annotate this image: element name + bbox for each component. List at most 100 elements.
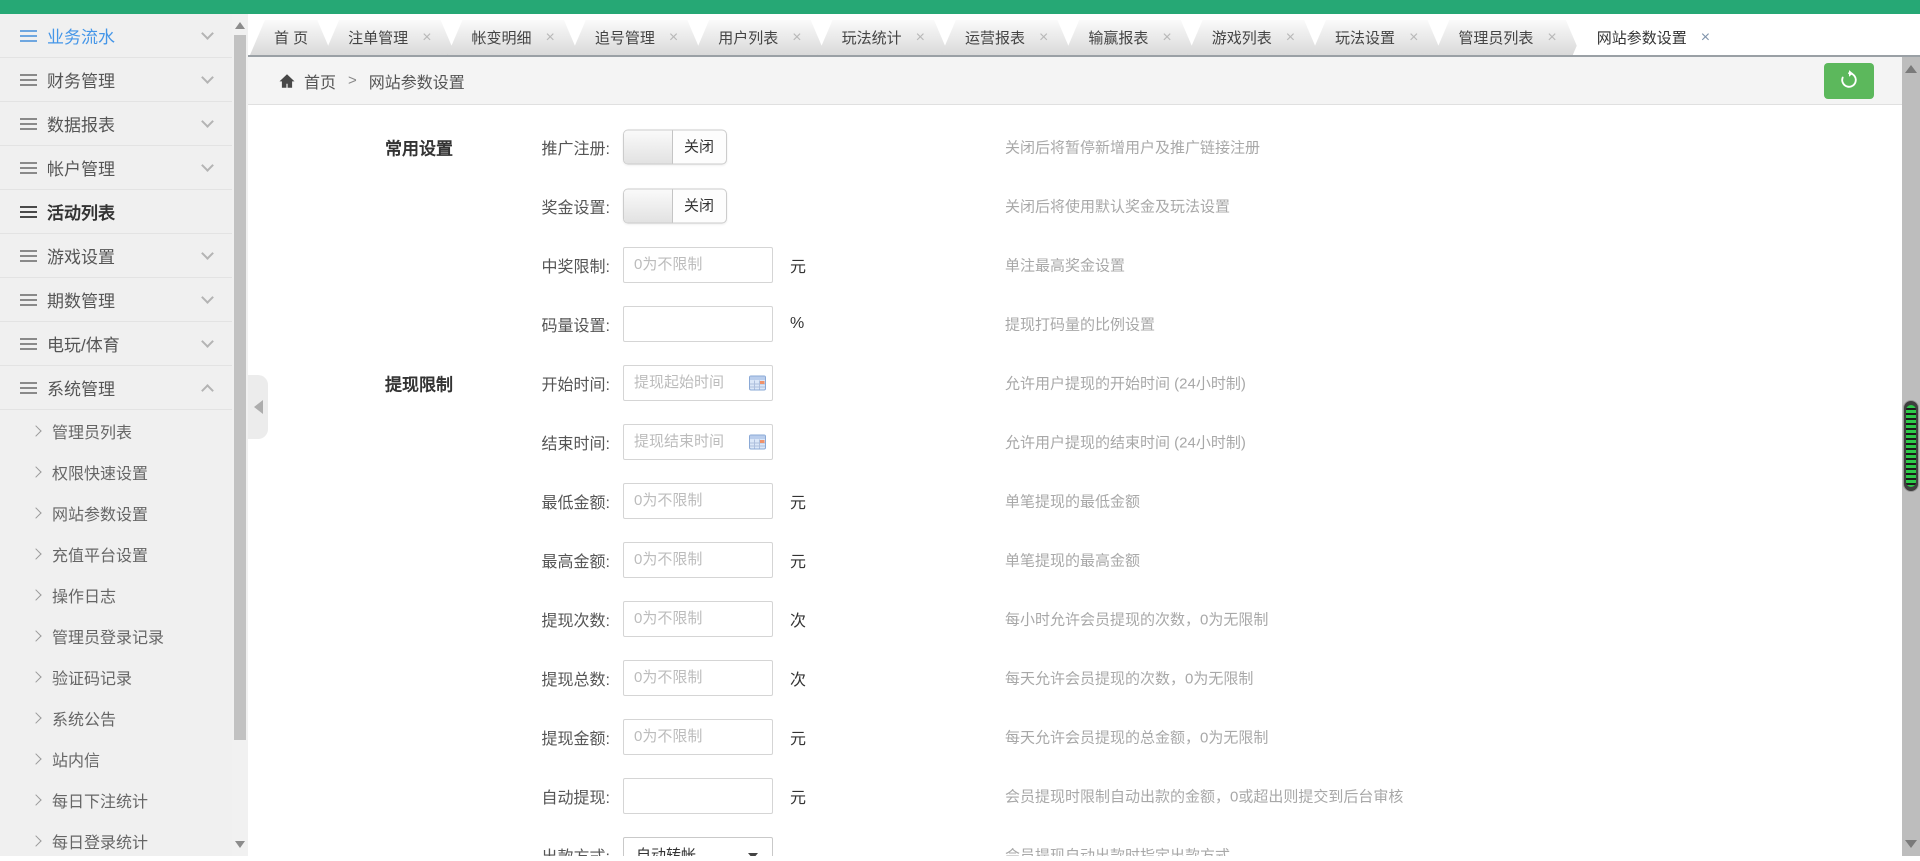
form-row-8: 提现次数: 次 每小时允许会员提现的次数，0为无限制 xyxy=(248,589,1902,648)
sidebar-item-label: 财务管理 xyxy=(47,67,203,92)
close-icon[interactable]: × xyxy=(916,30,925,46)
text-input[interactable] xyxy=(623,660,773,696)
tab-label: 输赢报表 xyxy=(1088,27,1148,48)
menu-lines-icon xyxy=(20,250,37,262)
close-icon[interactable]: × xyxy=(1701,30,1710,46)
sidebar-item-3[interactable]: 帐户管理 xyxy=(0,146,232,190)
sidebar-item-6[interactable]: 期数管理 xyxy=(0,278,232,322)
text-input[interactable] xyxy=(623,719,773,755)
scroll-down-icon[interactable] xyxy=(235,841,245,848)
breadcrumb-separator: > xyxy=(348,72,357,89)
sidebar-subitem-6[interactable]: 验证码记录 xyxy=(0,656,232,697)
sidebar-item-0[interactable]: 业务流水 xyxy=(0,14,232,58)
close-icon[interactable]: × xyxy=(546,30,555,46)
field-control xyxy=(623,660,773,696)
close-icon[interactable]: × xyxy=(422,30,431,46)
sidebar-subitem-3[interactable]: 充值平台设置 xyxy=(0,533,232,574)
close-icon[interactable]: × xyxy=(1547,30,1556,46)
field-label: 提现金额: xyxy=(460,725,610,749)
section-title: 常用设置 xyxy=(385,134,453,159)
tab-1[interactable]: 注单管理 × xyxy=(324,20,455,55)
main-scrollbar-thumb[interactable] xyxy=(1903,400,1919,492)
text-input[interactable] xyxy=(623,306,773,342)
sidebar-subitem-0[interactable]: 管理员列表 xyxy=(0,410,232,451)
sidebar-subitem-label: 站内信 xyxy=(52,747,100,771)
tab-4[interactable]: 用户列表 × xyxy=(694,20,825,55)
toggle-knob[interactable] xyxy=(624,130,673,163)
text-input[interactable] xyxy=(623,778,773,814)
calendar-icon[interactable] xyxy=(749,375,766,390)
sidebar-item-label: 帐户管理 xyxy=(47,155,203,180)
breadcrumb-current: 网站参数设置 xyxy=(369,69,465,93)
sidebar-item-4[interactable]: 活动列表 xyxy=(0,190,232,234)
tab-3[interactable]: 追号管理 × xyxy=(571,20,702,55)
select-input[interactable]: 自动转帐 xyxy=(623,837,773,857)
section-title: 提现限制 xyxy=(385,370,453,395)
sidebar-subitem-5[interactable]: 管理员登录记录 xyxy=(0,615,232,656)
sidebar-subitem-2[interactable]: 网站参数设置 xyxy=(0,492,232,533)
toggle-switch[interactable]: 关闭 xyxy=(623,188,727,223)
toggle-knob[interactable] xyxy=(624,189,673,222)
text-input[interactable] xyxy=(623,542,773,578)
help-text: 关闭后将暂停新增用户及推广链接注册 xyxy=(1005,136,1260,157)
help-text: 提现打码量的比例设置 xyxy=(1005,313,1155,334)
sidebar-subitem-10[interactable]: 每日登录统计 xyxy=(0,820,232,861)
sidebar-scrollbar-thumb[interactable] xyxy=(234,35,246,740)
calendar-icon[interactable] xyxy=(749,434,766,449)
chevron-down-icon xyxy=(201,159,214,172)
form-row-11: 自动提现: 元 会员提现时限制自动出款的金额，0或超出则提交到后台审核 xyxy=(248,766,1902,825)
close-icon[interactable]: × xyxy=(1039,30,1048,46)
sidebar-item-label: 数据报表 xyxy=(47,111,203,136)
scroll-down-icon[interactable] xyxy=(1905,840,1917,848)
chevron-down-icon xyxy=(201,27,214,40)
close-icon[interactable]: × xyxy=(792,30,801,46)
tab-8[interactable]: 游戏列表 × xyxy=(1188,20,1319,55)
unit-label: 元 xyxy=(790,784,806,808)
close-icon[interactable]: × xyxy=(1286,30,1295,46)
sidebar-subitem-1[interactable]: 权限快速设置 xyxy=(0,451,232,492)
scroll-up-icon[interactable] xyxy=(1905,65,1917,73)
text-input[interactable] xyxy=(623,601,773,637)
close-icon[interactable]: × xyxy=(1409,30,1418,46)
tab-2[interactable]: 帐变明细 × xyxy=(448,20,579,55)
tab-6[interactable]: 运营报表 × xyxy=(941,20,1072,55)
form-row-7: 最高金额: 元 单笔提现的最高金额 xyxy=(248,530,1902,589)
field-label: 出款方式: xyxy=(460,843,610,857)
close-icon[interactable]: × xyxy=(1162,30,1171,46)
tab-5[interactable]: 玩法统计 × xyxy=(818,20,949,55)
sidebar-subitem-label: 权限快速设置 xyxy=(52,460,148,484)
tab-10[interactable]: 管理员列表 × xyxy=(1434,20,1580,55)
sidebar-item-1[interactable]: 财务管理 xyxy=(0,58,232,102)
chevron-right-icon xyxy=(30,425,41,436)
sidebar-subitem-7[interactable]: 系统公告 xyxy=(0,697,232,738)
sidebar-scrollbar[interactable] xyxy=(232,14,248,856)
field-label: 提现次数: xyxy=(460,607,610,631)
help-text: 允许用户提现的开始时间 (24小时制) xyxy=(1005,372,1246,393)
tab-9[interactable]: 玩法设置 × xyxy=(1311,20,1442,55)
sidebar-subitem-label: 验证码记录 xyxy=(52,665,132,689)
tab-11[interactable]: 网站参数设置 × xyxy=(1573,20,1734,55)
sidebar-item-2[interactable]: 数据报表 xyxy=(0,102,232,146)
sidebar-item-label: 游戏设置 xyxy=(47,243,203,268)
sidebar-item-7[interactable]: 电玩/体育 xyxy=(0,322,232,366)
breadcrumb-home[interactable]: 首页 xyxy=(304,69,336,93)
tab-0[interactable]: 首 页 xyxy=(250,20,332,55)
tab-7[interactable]: 输赢报表 × xyxy=(1064,20,1195,55)
text-input[interactable] xyxy=(623,483,773,519)
scroll-up-icon[interactable] xyxy=(235,22,245,29)
close-icon[interactable]: × xyxy=(669,30,678,46)
field-control xyxy=(623,424,773,460)
unit-label: 元 xyxy=(790,548,806,572)
field-label: 最低金额: xyxy=(460,489,610,513)
unit-label: % xyxy=(790,315,804,333)
toggle-switch[interactable]: 关闭 xyxy=(623,129,727,164)
text-input[interactable] xyxy=(623,247,773,283)
sidebar-item-5[interactable]: 游戏设置 xyxy=(0,234,232,278)
sidebar-subitem-8[interactable]: 站内信 xyxy=(0,738,232,779)
refresh-button[interactable] xyxy=(1824,63,1874,99)
tab-label: 游戏列表 xyxy=(1212,27,1272,48)
main-scrollbar[interactable] xyxy=(1902,57,1920,856)
sidebar-item-8[interactable]: 系统管理 xyxy=(0,366,232,410)
sidebar-subitem-4[interactable]: 操作日志 xyxy=(0,574,232,615)
sidebar-subitem-9[interactable]: 每日下注统计 xyxy=(0,779,232,820)
